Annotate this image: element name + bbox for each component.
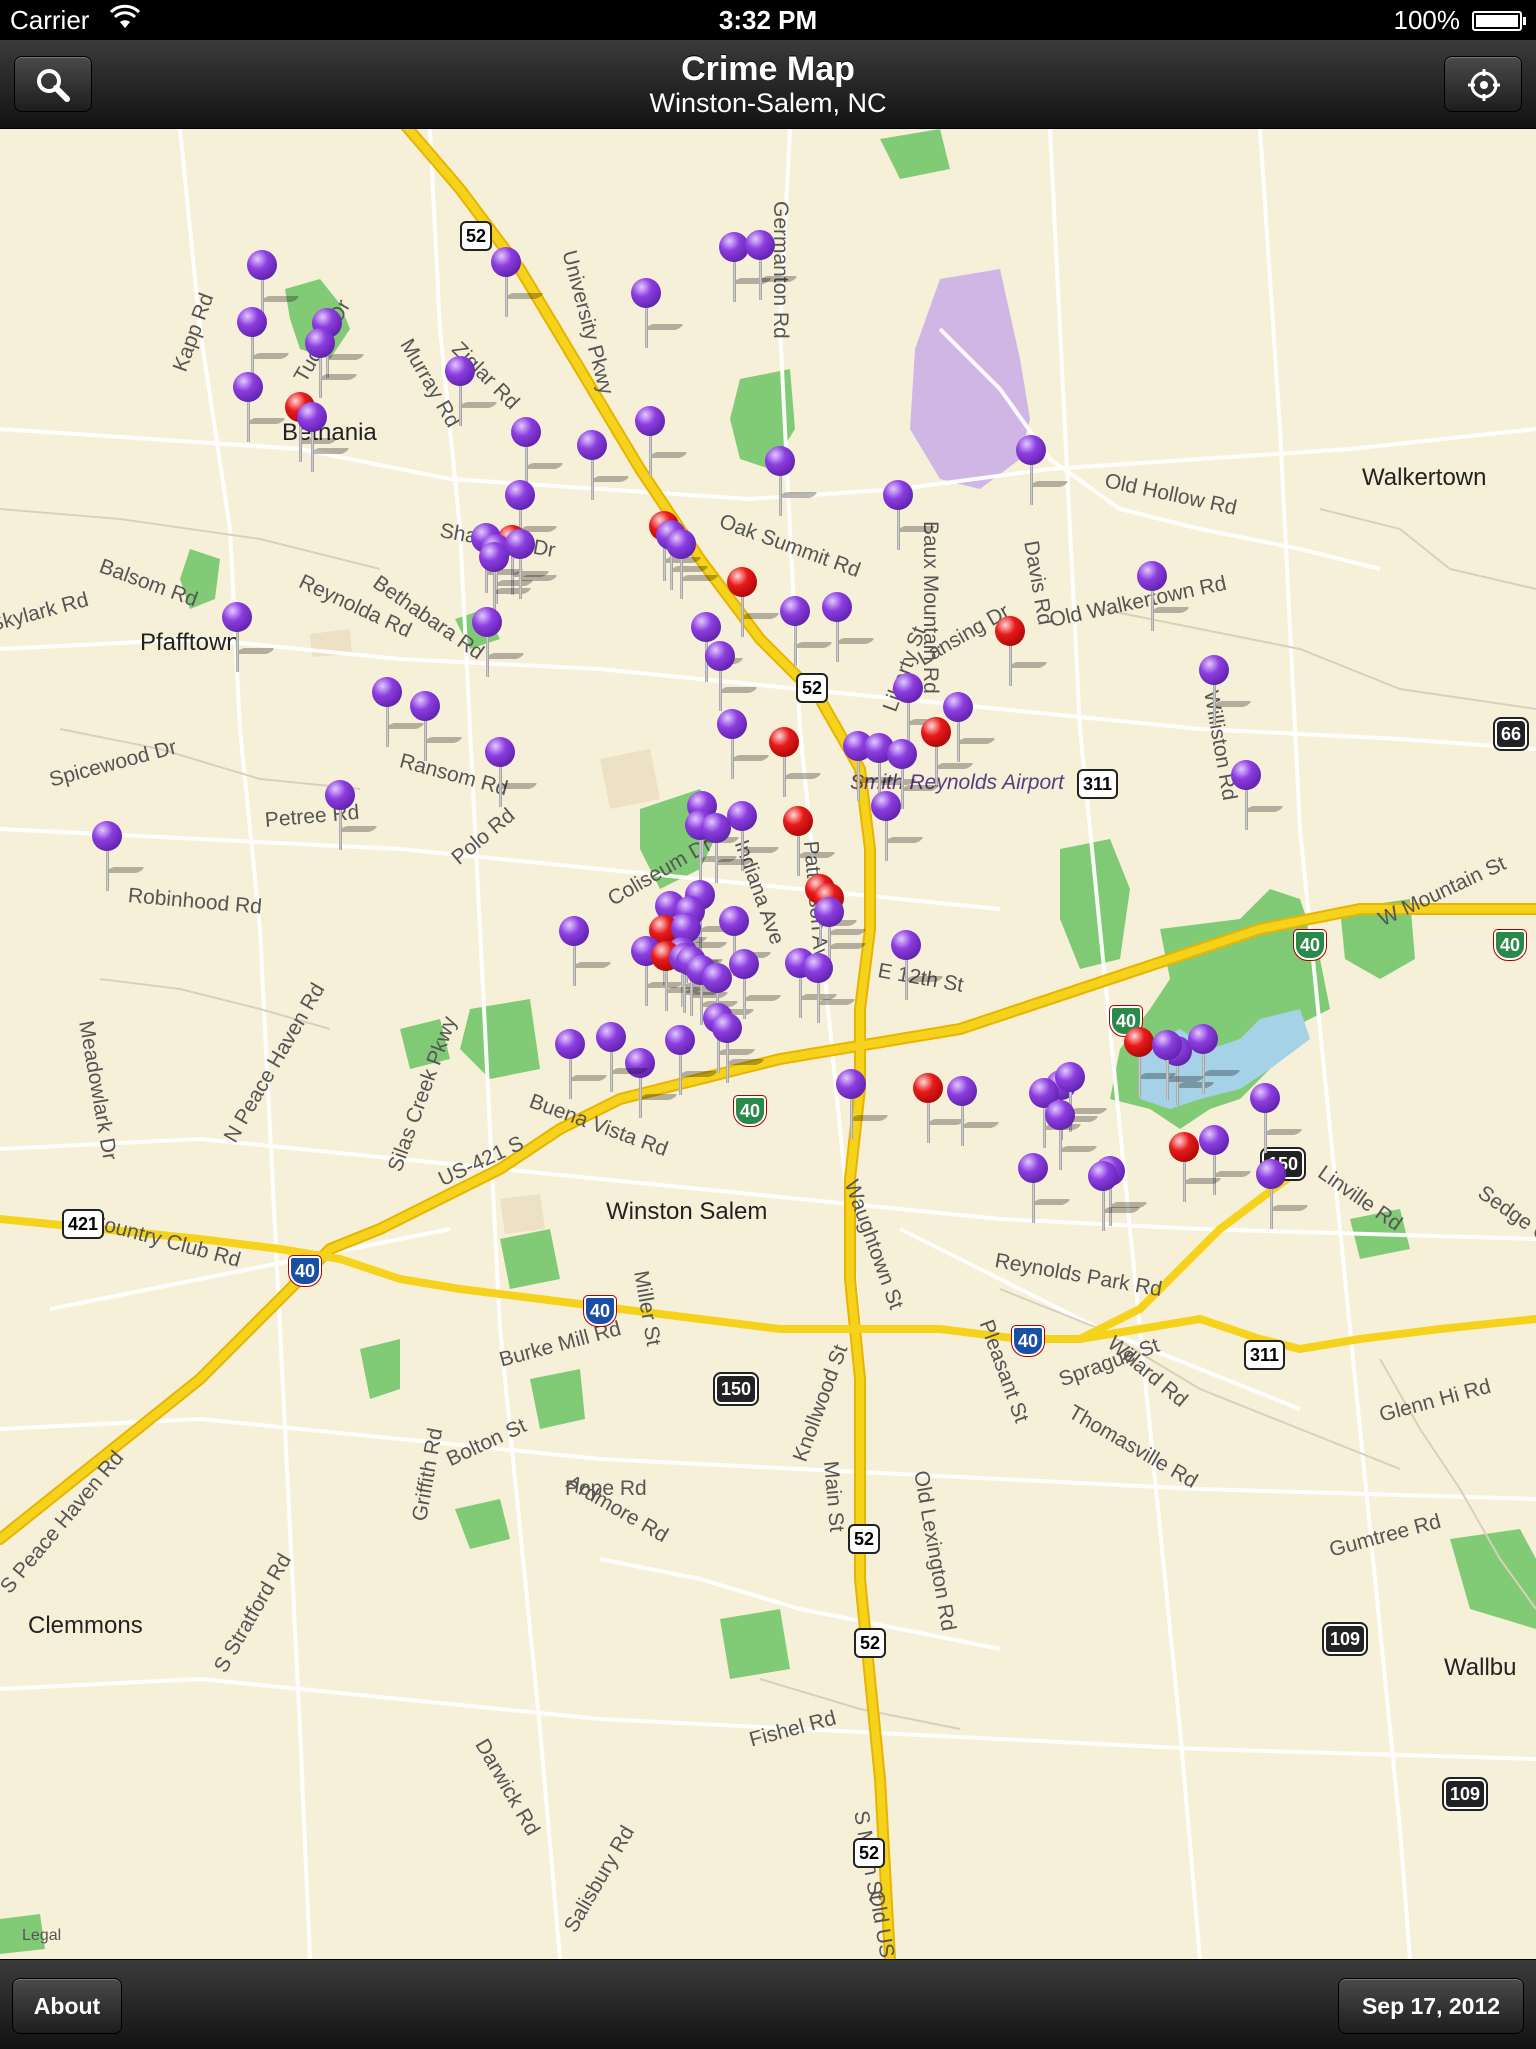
crime-pin-red[interactable] [727,567,781,637]
crime-pin-purple[interactable] [1016,435,1070,505]
crime-pin-purple[interactable] [717,709,771,779]
crime-pin-red[interactable] [1169,1132,1223,1202]
crosshair-icon [1468,69,1500,101]
crime-pin-purple[interactable] [596,1022,650,1092]
crime-pin-purple[interactable] [491,247,545,317]
crime-pin-purple[interactable] [666,529,720,599]
legal-link[interactable]: Legal [22,1927,61,1945]
crime-pin-purple[interactable] [780,596,834,666]
crime-pin-purple[interactable] [1018,1153,1072,1223]
crime-pin-purple[interactable] [410,691,464,761]
place-walkertown: Walkertown [1362,464,1487,491]
crime-pin-purple[interactable] [625,1048,679,1118]
crime-pin-purple[interactable] [665,1025,719,1095]
crime-pin-purple[interactable] [559,916,613,986]
crime-pin-purple[interactable] [297,402,351,472]
route-shield: 40 [582,1295,618,1327]
bottom-toolbar: About Sep 17, 2012 [0,1959,1536,2049]
crime-pin-purple[interactable] [1188,1024,1242,1094]
page-subtitle: Winston-Salem, NC [649,88,887,118]
route-shield: 311 [1244,1340,1286,1370]
crime-pin-purple[interactable] [705,641,759,711]
page-title: Crime Map [681,50,855,88]
route-shield: 52 [460,221,493,251]
crime-pin-purple[interactable] [1199,655,1253,725]
crime-pin-purple[interactable] [505,529,559,599]
route-shield: 52 [853,1838,886,1868]
route-shield: 40 [1492,929,1528,961]
crime-pin-purple[interactable] [1152,1030,1206,1100]
route-shield: 66 [1492,717,1530,751]
crime-pin-purple[interactable] [893,673,947,743]
crime-pin-purple[interactable] [472,607,526,677]
crime-pin-purple[interactable] [729,949,783,1019]
crime-pin-purple[interactable] [765,446,819,516]
crime-pin-purple[interactable] [237,307,291,377]
crime-pin-purple[interactable] [943,692,997,762]
clock: 3:32 PM [718,5,818,35]
crime-pin-purple[interactable] [803,953,857,1023]
crime-pin-purple[interactable] [305,328,359,398]
road-label: Pope Rd [565,1477,647,1500]
crime-pin-red[interactable] [783,806,837,876]
crime-pin-purple[interactable] [1231,760,1285,830]
map-base [0,129,1536,1959]
crime-pin-purple[interactable] [745,230,799,300]
about-button[interactable]: About [12,1978,122,2034]
crime-pin-purple[interactable] [1088,1161,1142,1231]
route-shield: 311 [1077,769,1119,799]
crime-pin-purple[interactable] [555,1029,609,1099]
crime-pin-purple[interactable] [511,417,565,487]
crime-pin-purple[interactable] [635,406,689,476]
date-button[interactable]: Sep 17, 2012 [1338,1978,1524,2034]
route-shield: 40 [732,1095,768,1127]
crime-pin-purple[interactable] [92,821,146,891]
crime-pin-purple[interactable] [891,930,945,1000]
crime-pin-purple[interactable] [947,1076,1001,1146]
route-shield: 52 [848,1524,881,1554]
crime-pin-purple[interactable] [372,677,426,747]
crime-pin-purple[interactable] [222,602,276,672]
battery-percent: 100% [1393,5,1461,35]
status-bar: Carrier 3:32 PM 100% [0,0,1536,40]
route-shield: 40 [287,1255,323,1287]
crime-pin-purple[interactable] [445,356,499,426]
crime-map[interactable]: Bethania Pfafftown Winston Salem Clemmon… [0,129,1536,1959]
place-wallbu: Wallbu [1444,1654,1517,1681]
crime-pin-purple[interactable] [631,278,685,348]
navigation-bar: Crime Map Winston-Salem, NC [0,40,1536,129]
crime-pin-purple[interactable] [836,1069,890,1139]
crime-pin-purple[interactable] [577,430,631,500]
crime-pin-purple[interactable] [701,813,755,883]
crime-pin-purple[interactable] [822,592,876,662]
crime-pin-red[interactable] [1124,1027,1178,1097]
crime-pin-purple[interactable] [325,780,379,850]
route-shield: 52 [854,1628,887,1658]
crime-pin-purple[interactable] [1256,1159,1310,1229]
place-clemmons: Clemmons [28,1612,143,1639]
route-shield: 40 [1292,929,1328,961]
crime-pin-purple[interactable] [1250,1083,1304,1153]
crime-pin-red[interactable] [769,727,823,797]
crime-pin-purple[interactable] [485,737,539,807]
route-shield: 40 [1010,1325,1046,1357]
crime-pin-red[interactable] [913,1073,967,1143]
crime-pin-purple[interactable] [1137,561,1191,631]
route-shield: 421 [62,1209,105,1239]
crime-pin-purple[interactable] [1045,1100,1099,1170]
crime-pin-purple[interactable] [883,480,937,550]
route-shield: 52 [796,673,829,703]
route-shield: 109 [1321,1622,1369,1656]
crime-pin-purple[interactable] [233,372,287,442]
crime-pin-purple[interactable] [1199,1125,1253,1195]
locate-button[interactable] [1444,56,1522,112]
route-shield: 109 [1441,1777,1489,1811]
battery-icon [1472,11,1526,31]
crime-pin-red[interactable] [995,616,1049,686]
route-shield: 150 [712,1372,760,1406]
place-winston-salem: Winston Salem [606,1198,768,1225]
crime-pin-purple[interactable] [871,791,925,861]
